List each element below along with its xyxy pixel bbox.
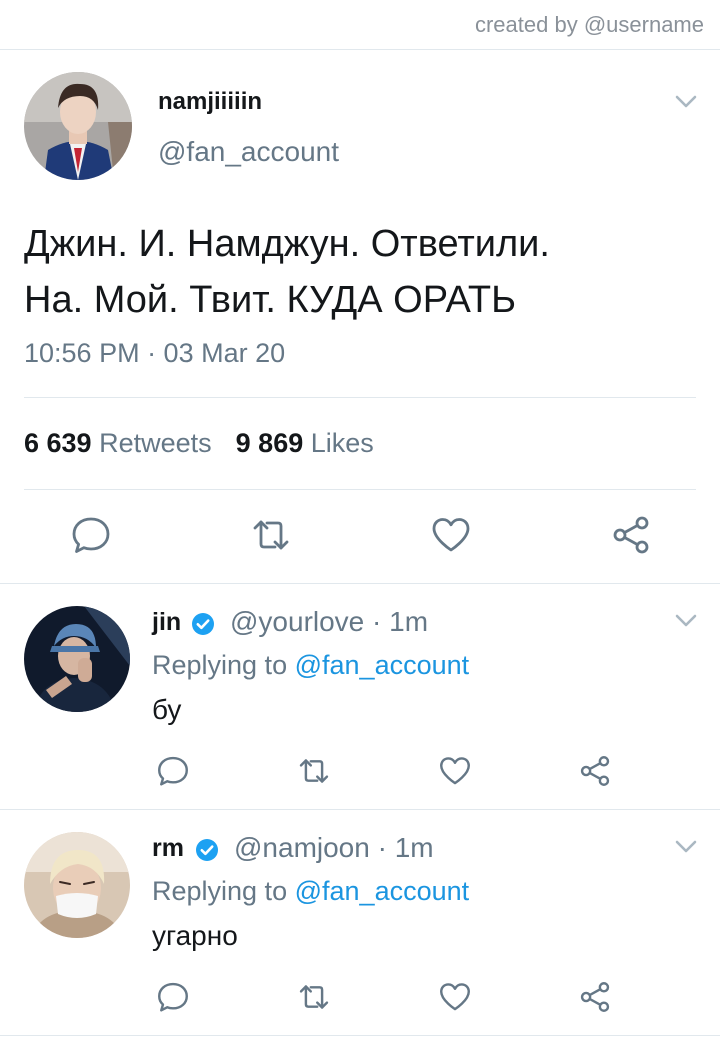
top-divider [0, 49, 720, 50]
like-icon[interactable] [430, 514, 472, 556]
tweet-stats: 6 639 Retweets 9 869 Likes [24, 428, 374, 459]
share-icon[interactable] [610, 514, 652, 556]
retweets-count[interactable]: 6 639 [24, 428, 92, 458]
reply-icon[interactable] [70, 514, 112, 556]
like-icon[interactable] [438, 980, 472, 1014]
divider [24, 489, 696, 490]
main-display-name[interactable]: namjiiiiin [158, 88, 262, 116]
main-avatar[interactable] [24, 72, 132, 180]
replying-to-prefix: Replying to [152, 876, 288, 906]
reply-icon[interactable] [156, 980, 190, 1014]
replying-to-prefix: Replying to [152, 650, 288, 680]
reply-display-name[interactable]: jin [152, 608, 181, 637]
reply-handle-time[interactable]: @yourlove · 1m [230, 606, 428, 638]
like-icon[interactable] [438, 754, 472, 788]
tweet-timestamp[interactable]: 10:56 PM · 03 Mar 20 [24, 338, 285, 369]
reply-icon[interactable] [156, 754, 190, 788]
main-tweet-text: Джин. И. Намджун. Ответили. На. Мой. Тви… [24, 216, 696, 328]
retweet-icon[interactable] [296, 754, 332, 788]
verified-badge-icon [191, 612, 215, 636]
reply-display-name[interactable]: rm [152, 834, 184, 863]
chevron-down-icon[interactable] [673, 838, 697, 854]
likes-label[interactable]: Likes [311, 428, 374, 458]
share-icon[interactable] [578, 980, 612, 1014]
replying-to: Replying to @fan_account [152, 876, 469, 907]
retweet-icon[interactable] [296, 980, 332, 1014]
replying-to-mention[interactable]: @fan_account [295, 876, 470, 906]
replying-to-mention[interactable]: @fan_account [295, 650, 470, 680]
tweet-thread-screen: created by @username namjiiiiin @fan_acc… [0, 0, 720, 1048]
reply-handle-time[interactable]: @namjoon · 1m [234, 832, 434, 864]
chevron-down-icon[interactable] [673, 612, 697, 628]
main-tweet-text-line1: Джин. И. Намджун. Ответили. [24, 223, 550, 265]
replying-to: Replying to @fan_account [152, 650, 469, 681]
reply-avatar-rm[interactable] [24, 832, 130, 938]
main-handle[interactable]: @fan_account [158, 136, 339, 168]
reply-text: угарно [152, 920, 238, 951]
verified-badge-icon [195, 838, 219, 862]
retweet-icon[interactable] [249, 514, 293, 556]
main-tweet-text-line2: На. Мой. Твит. КУДА ОРАТЬ [24, 279, 517, 321]
chevron-down-icon[interactable] [673, 93, 699, 111]
retweets-label[interactable]: Retweets [99, 428, 212, 458]
divider [0, 583, 720, 584]
share-icon[interactable] [578, 754, 612, 788]
divider [0, 809, 720, 810]
divider [24, 397, 696, 398]
reply-avatar-jin[interactable] [24, 606, 130, 712]
credit-text: created by @username [474, 12, 704, 37]
likes-count[interactable]: 9 869 [236, 428, 304, 458]
reply-text: бу [152, 694, 182, 725]
divider [0, 1035, 720, 1036]
